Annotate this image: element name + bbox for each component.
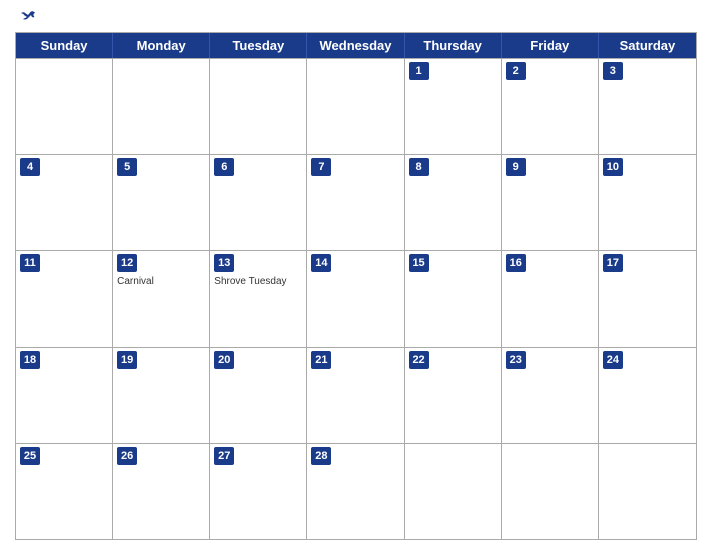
day-cell: 15	[405, 251, 502, 346]
day-number: 23	[506, 351, 526, 369]
day-cell: 14	[307, 251, 404, 346]
day-header-thursday: Thursday	[405, 33, 502, 58]
day-number: 15	[409, 254, 429, 272]
day-number: 6	[214, 158, 234, 176]
day-number: 0	[506, 447, 526, 465]
day-number: 28	[311, 447, 331, 465]
day-cell: 0	[502, 444, 599, 539]
day-number: 7	[311, 158, 331, 176]
day-number: 4	[20, 158, 40, 176]
day-cell: 23	[502, 348, 599, 443]
day-number: 13	[214, 254, 234, 272]
day-header-sunday: Sunday	[16, 33, 113, 58]
day-cell: 17	[599, 251, 696, 346]
day-cell: 0	[113, 59, 210, 154]
day-cell: 10	[599, 155, 696, 250]
header	[15, 10, 697, 24]
day-cell: 4	[16, 155, 113, 250]
day-cell: 11	[16, 251, 113, 346]
day-number: 2	[506, 62, 526, 80]
day-header-monday: Monday	[113, 33, 210, 58]
event-label: Carnival	[117, 275, 205, 288]
day-header-saturday: Saturday	[599, 33, 696, 58]
day-number: 17	[603, 254, 623, 272]
day-cell: 28	[307, 444, 404, 539]
day-cell: 3	[599, 59, 696, 154]
logo	[20, 10, 38, 24]
day-number: 12	[117, 254, 137, 272]
day-cell: 21	[307, 348, 404, 443]
day-cell: 16	[502, 251, 599, 346]
day-cell: 5	[113, 155, 210, 250]
day-cell: 7	[307, 155, 404, 250]
day-cell: 0	[307, 59, 404, 154]
day-cell: 0	[210, 59, 307, 154]
calendar-grid: SundayMondayTuesdayWednesdayThursdayFrid…	[15, 32, 697, 540]
day-cell: 18	[16, 348, 113, 443]
day-number: 8	[409, 158, 429, 176]
day-header-friday: Friday	[502, 33, 599, 58]
day-number: 11	[20, 254, 40, 272]
day-number: 0	[214, 62, 234, 80]
day-header-tuesday: Tuesday	[210, 33, 307, 58]
day-number: 10	[603, 158, 623, 176]
day-number: 19	[117, 351, 137, 369]
day-cell: 9	[502, 155, 599, 250]
day-cell: 22	[405, 348, 502, 443]
day-cell: 13 Shrove Tuesday	[210, 251, 307, 346]
day-cell: 25	[16, 444, 113, 539]
day-number: 25	[20, 447, 40, 465]
week-row-4: 25 26 27 28 0 0 0	[16, 443, 696, 539]
day-cell: 20	[210, 348, 307, 443]
day-header-wednesday: Wednesday	[307, 33, 404, 58]
logo-bird-icon	[20, 10, 36, 24]
day-cell: 2	[502, 59, 599, 154]
week-row-1: 4 5 6 7 8 9 10	[16, 154, 696, 250]
day-number: 9	[506, 158, 526, 176]
day-number: 27	[214, 447, 234, 465]
day-cell: 1	[405, 59, 502, 154]
day-cell: 8	[405, 155, 502, 250]
day-number: 20	[214, 351, 234, 369]
day-number: 21	[311, 351, 331, 369]
day-cell: 0	[405, 444, 502, 539]
day-number: 1	[409, 62, 429, 80]
day-cell: 0	[16, 59, 113, 154]
day-number: 14	[311, 254, 331, 272]
week-row-2: 11 12 Carnival 13 Shrove Tuesday 14 15 16 17	[16, 250, 696, 346]
day-number: 3	[603, 62, 623, 80]
day-number: 18	[20, 351, 40, 369]
day-number: 24	[603, 351, 623, 369]
week-row-0: 0 0 0 0 1 2 3	[16, 58, 696, 154]
day-number: 0	[603, 447, 623, 465]
week-row-3: 18 19 20 21 22 23 24	[16, 347, 696, 443]
day-cell: 24	[599, 348, 696, 443]
day-number: 0	[311, 62, 331, 80]
day-number: 22	[409, 351, 429, 369]
day-number: 0	[409, 447, 429, 465]
day-number: 0	[20, 62, 40, 80]
day-cell: 19	[113, 348, 210, 443]
day-number: 5	[117, 158, 137, 176]
day-number: 26	[117, 447, 137, 465]
day-cell: 12 Carnival	[113, 251, 210, 346]
day-headers-row: SundayMondayTuesdayWednesdayThursdayFrid…	[16, 33, 696, 58]
day-number: 0	[117, 62, 137, 80]
logo-blue-text	[20, 10, 38, 24]
day-cell: 6	[210, 155, 307, 250]
day-number: 16	[506, 254, 526, 272]
calendar-container: SundayMondayTuesdayWednesdayThursdayFrid…	[0, 0, 712, 550]
weeks-container: 0000123456789101112Carnival13Shrove Tues…	[16, 58, 696, 539]
day-cell: 0	[599, 444, 696, 539]
day-cell: 26	[113, 444, 210, 539]
event-label: Shrove Tuesday	[214, 275, 302, 288]
day-cell: 27	[210, 444, 307, 539]
